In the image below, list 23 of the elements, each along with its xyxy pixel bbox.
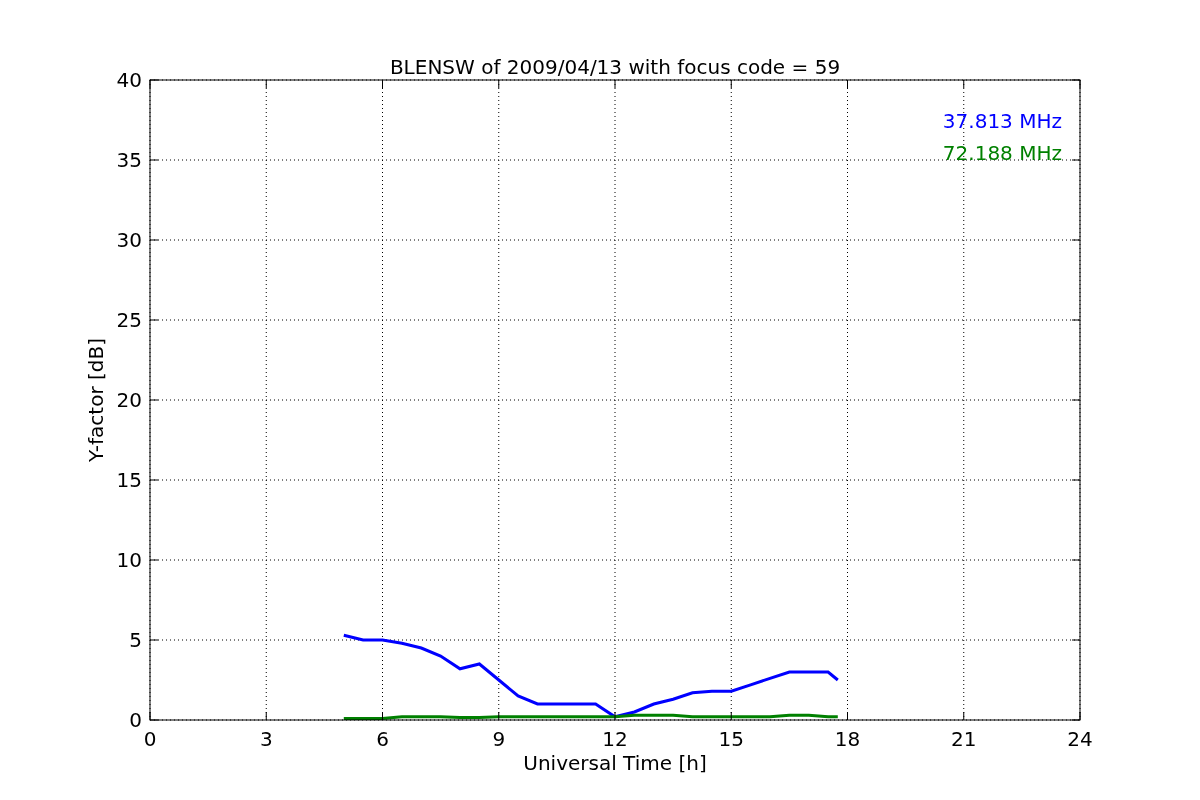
y-tick-label: 10	[116, 548, 142, 572]
y-tick-label: 5	[129, 628, 142, 652]
x-axis-label: Universal Time [h]	[523, 751, 707, 775]
x-tick-label: 6	[376, 727, 389, 751]
x-tick-label: 12	[602, 727, 628, 751]
y-tick-label: 15	[116, 468, 142, 492]
series-label: 37.813 MHz	[942, 109, 1062, 133]
x-tick-label: 9	[492, 727, 506, 751]
x-tick-label: 15	[718, 727, 744, 751]
y-tick-label: 20	[116, 388, 142, 412]
y-tick-label: 40	[116, 68, 142, 92]
x-tick-label: 21	[951, 727, 977, 751]
y-tick-label: 35	[116, 148, 142, 172]
chart-title: BLENSW of 2009/04/13 with focus code = 59	[389, 55, 841, 79]
x-tick-label: 18	[834, 727, 861, 751]
x-tick-label: 3	[259, 727, 273, 751]
y-tick-label: 25	[116, 308, 142, 332]
x-tick-label: 0	[143, 727, 157, 751]
x-tick-label: 24	[1067, 727, 1093, 751]
y-axis-label: Y-factor [dB]	[84, 338, 108, 462]
series-label: 72.188 MHz	[942, 141, 1062, 165]
y-tick-label: 30	[116, 228, 142, 252]
y-tick-label: 0	[129, 708, 142, 732]
